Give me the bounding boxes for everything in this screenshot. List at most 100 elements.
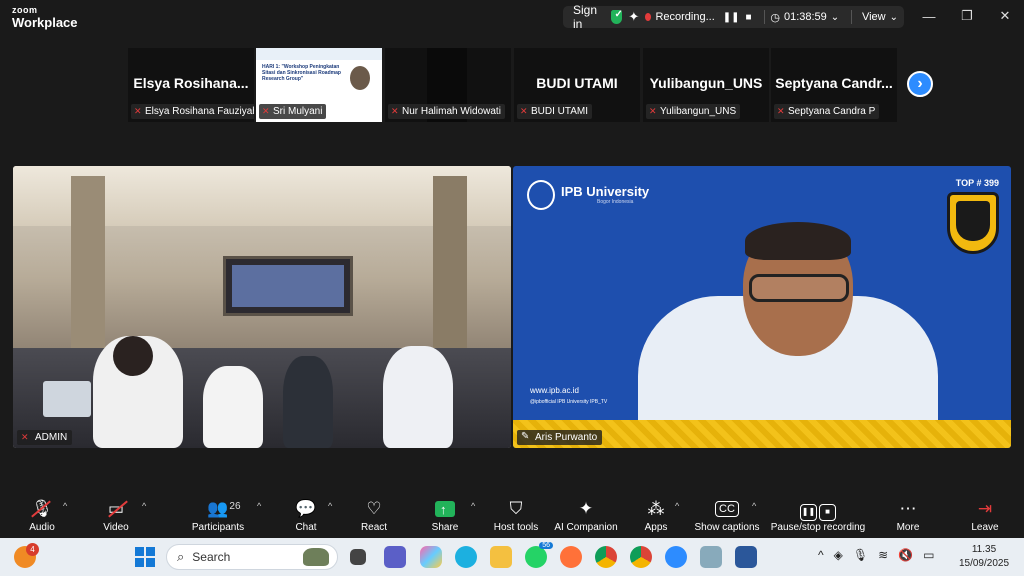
rank-label: TOP # 399 (955, 178, 999, 188)
meeting-timer: 01:38:59 (783, 11, 827, 23)
windows-start-icon[interactable] (135, 547, 155, 567)
task-view-icon[interactable] (350, 549, 366, 565)
window-controls: — ❐ ✕ (910, 0, 1024, 36)
shield-icon[interactable] (611, 9, 623, 24)
glasses (749, 274, 849, 302)
minimize-button[interactable]: — (910, 0, 948, 32)
whatsapp-icon[interactable]: 56 (525, 542, 553, 568)
video-label-text: Aris Purwanto (535, 432, 598, 443)
video-tile-admin[interactable]: ✕ ADMIN (13, 166, 511, 448)
host-tools-label: Host tools (493, 522, 539, 533)
pause-stop-recording-button[interactable]: ❚❚ ■ Pause/stop recording (769, 490, 867, 538)
chrome-profile-icon[interactable] (630, 546, 652, 568)
show-captions-label: Show captions (694, 522, 760, 533)
org-subtitle: Bogor Indonesia (597, 199, 634, 205)
photos-icon[interactable] (700, 546, 722, 568)
ipb-logo-icon (527, 180, 555, 210)
chevron-up-icon[interactable]: ^ (328, 501, 332, 511)
ai-companion-button[interactable]: ✦ AI Companion (552, 490, 620, 538)
audio-label: Audio (29, 522, 55, 533)
pause-recording-icon[interactable]: ❚❚ (723, 12, 740, 23)
edge-icon[interactable] (455, 546, 477, 568)
firefox-icon[interactable] (560, 546, 582, 568)
teams-icon[interactable] (384, 546, 406, 568)
file-explorer-icon[interactable] (490, 546, 512, 568)
leave-button[interactable]: ⇥ Leave (968, 490, 1002, 538)
react-button[interactable]: ♡ React (358, 490, 390, 538)
mic-muted-icon: ✕ (777, 106, 785, 116)
chevron-up-icon[interactable]: ^ (257, 501, 261, 511)
audio-button[interactable]: 🎙 Audio (24, 490, 60, 538)
chat-button[interactable]: 💬 Chat (290, 490, 322, 538)
zoom-icon[interactable] (665, 546, 687, 568)
divider (763, 10, 765, 24)
participant-label: ✕ Nur Halimah Widowati (388, 104, 505, 119)
chevron-up-icon[interactable]: ^ (142, 501, 146, 511)
share-button[interactable]: Share (428, 490, 462, 538)
apps-icon: ⁂ (647, 499, 665, 518)
ai-companion-icon[interactable]: ✦ (628, 9, 639, 25)
clock-date: 15/09/2025 (958, 558, 1010, 569)
security-icon[interactable]: ◈ (834, 548, 843, 562)
video-label: ✎ Aris Purwanto (517, 430, 603, 445)
notification-badge: 4 (26, 543, 39, 556)
participant-label-text: Elsya Rosihana Fauziyah (145, 106, 254, 117)
video-button[interactable]: ▭ Video (98, 490, 134, 538)
view-button[interactable]: View (862, 11, 886, 23)
battery-icon[interactable]: ▭ (923, 548, 934, 562)
video-label-text: ADMIN (35, 432, 68, 443)
meeting-status-bar: Sign in ✦ Recording... ❚❚ ■ ◷ 01:38:59 ⌄… (563, 3, 904, 31)
word-icon[interactable] (735, 546, 757, 568)
next-page-button[interactable]: › (907, 71, 933, 97)
search-icon: ⌕ (177, 549, 185, 564)
room-display (223, 256, 353, 316)
chevron-down-icon[interactable]: ⌄ (831, 12, 839, 23)
chevron-down-icon[interactable]: ⌄ (890, 12, 898, 23)
zoom-window: zoom Workplace Sign in ✦ Recording... ❚❚… (0, 0, 1024, 576)
restore-button[interactable]: ❐ (948, 0, 986, 32)
chevron-up-icon[interactable]: ^ (752, 501, 756, 511)
participant-strip: Elsya Rosihana... ✕ Elsya Rosihana Fauziy… (128, 48, 898, 122)
participant-tile[interactable]: HARI 1: "Workshop Peningkatan Sitasi dan… (256, 48, 382, 122)
participant-label-text: Nur Halimah Widowati (402, 106, 501, 117)
microphone-icon[interactable]: 🎙 (853, 548, 868, 562)
participant-tile[interactable]: Septyana Candr... ✕ Septyana Candra P (771, 48, 897, 122)
chevron-up-icon[interactable]: ^ (471, 501, 475, 511)
stop-recording-icon[interactable]: ■ (746, 12, 752, 23)
show-captions-button[interactable]: CC Show captions (692, 490, 762, 538)
recording-label: Pause/stop recording (770, 522, 866, 533)
close-button[interactable]: ✕ (986, 0, 1024, 32)
chevron-up-icon[interactable]: ^ (63, 501, 67, 511)
sign-in-button[interactable]: Sign in (563, 3, 611, 31)
participant-label-text: Yulibangun_UNS (660, 106, 737, 117)
participant-tile[interactable]: BUDI UTAMI ✕ BUDI UTAMI (514, 48, 640, 122)
participant-label: ✕ Sri Mulyani (259, 104, 327, 119)
video-tile-speaker[interactable]: IPB University Bogor Indonesia TOP # 399… (513, 166, 1011, 448)
participant-tile[interactable]: ✕ Nur Halimah Widowati (385, 48, 511, 122)
wifi-icon[interactable]: ≋ (878, 548, 888, 562)
volume-muted-icon[interactable]: 🔇 (898, 548, 913, 562)
copilot-icon[interactable] (420, 546, 442, 568)
attendee (203, 366, 263, 448)
chevron-up-icon[interactable]: ^ (818, 548, 824, 562)
apps-button[interactable]: ⁂ Apps (642, 490, 670, 538)
display-content (232, 265, 344, 307)
participant-tile[interactable]: Yulibangun_UNS ✕ Yulibangun_UNS (643, 48, 769, 122)
search-highlight-image (303, 548, 329, 566)
taskbar-search[interactable]: ⌕ Search (166, 544, 338, 570)
participants-button[interactable]: 👥 26 Participants (188, 490, 248, 538)
recording-label: Recording... (655, 11, 715, 23)
participant-name: Yulibangun_UNS (649, 75, 763, 91)
video-label: ✕ ADMIN (17, 430, 73, 445)
chrome-icon[interactable] (595, 546, 617, 568)
leave-label: Leave (971, 522, 999, 533)
participant-tile[interactable]: Elsya Rosihana... ✕ Elsya Rosihana Fauziy… (128, 48, 254, 122)
host-tools-button[interactable]: ⛉ Host tools (490, 490, 542, 538)
mic-muted-icon: ✕ (649, 106, 657, 116)
closed-captions-icon: CC (715, 498, 739, 520)
sparkle-icon: ✦ (578, 499, 594, 518)
mic-muted-icon: ✕ (391, 106, 399, 116)
more-button[interactable]: ⋯ More (893, 490, 923, 538)
chevron-up-icon[interactable]: ^ (675, 501, 679, 511)
taskbar-clock[interactable]: 11.35 15/09/2025 (958, 543, 1010, 571)
